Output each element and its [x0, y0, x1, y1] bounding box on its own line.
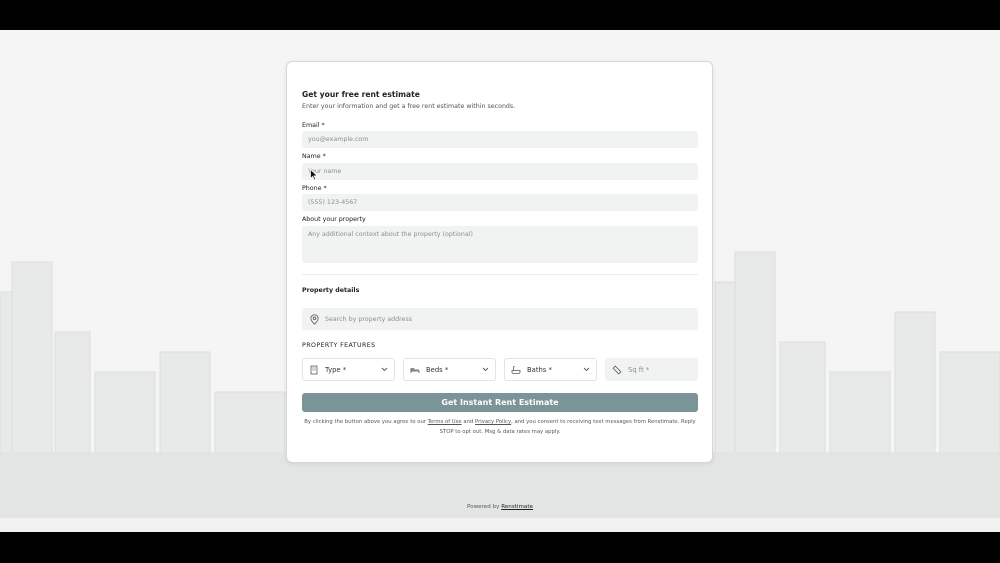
- about-label: About your property: [302, 216, 366, 223]
- privacy-link[interactable]: Privacy Policy: [475, 419, 511, 425]
- phone-field[interactable]: (555) 123-4567: [302, 194, 698, 211]
- baths-select[interactable]: Baths *: [504, 358, 597, 381]
- building-icon: [309, 365, 319, 375]
- mouse-cursor-icon: [310, 169, 318, 181]
- sqft-input[interactable]: Sq ft *: [605, 358, 698, 381]
- sqft-placeholder: Sq ft *: [628, 365, 650, 374]
- name-field[interactable]: Your name: [302, 163, 698, 180]
- baths-label: Baths *: [527, 365, 552, 374]
- map-pin-icon: [310, 313, 319, 325]
- beds-label: Beds *: [426, 365, 449, 374]
- beds-select[interactable]: Beds *: [403, 358, 496, 381]
- ruler-icon: [612, 365, 622, 375]
- bath-icon: [511, 365, 521, 375]
- renstimate-link[interactable]: Renstimate: [501, 504, 533, 510]
- about-textarea[interactable]: Any additional context about the propert…: [302, 226, 698, 263]
- property-features-title: PROPERTY FEATURES: [302, 342, 376, 349]
- bed-icon: [410, 365, 420, 375]
- phone-label: Phone *: [302, 185, 327, 192]
- property-details-title: Property details: [302, 287, 360, 294]
- email-field[interactable]: you@example.com: [302, 131, 698, 148]
- terms-link[interactable]: Terms of Use: [428, 419, 462, 425]
- get-estimate-button[interactable]: Get Instant Rent Estimate: [302, 393, 698, 412]
- type-select[interactable]: Type *: [302, 358, 395, 381]
- rent-estimate-card: Get your free rent estimate Enter your i…: [286, 61, 713, 463]
- legal-disclaimer: By clicking the button above you agree t…: [304, 419, 696, 435]
- chevron-down-icon: [381, 367, 388, 372]
- form-title: Get your free rent estimate: [302, 90, 420, 99]
- address-placeholder: Search by property address: [325, 315, 413, 323]
- bottom-strip: [0, 518, 1000, 532]
- form-subtitle: Enter your information and get a free re…: [302, 103, 516, 110]
- type-label: Type *: [325, 365, 347, 374]
- chevron-down-icon: [482, 367, 489, 372]
- section-divider: [302, 274, 698, 275]
- name-label: Name *: [302, 153, 326, 160]
- email-label: Email *: [302, 122, 325, 129]
- property-features: Type * Beds * Baths * Sq ft *: [302, 358, 698, 381]
- address-search-input[interactable]: Search by property address: [302, 308, 698, 330]
- chevron-down-icon: [583, 367, 590, 372]
- powered-by: Powered by Renstimate: [467, 504, 533, 510]
